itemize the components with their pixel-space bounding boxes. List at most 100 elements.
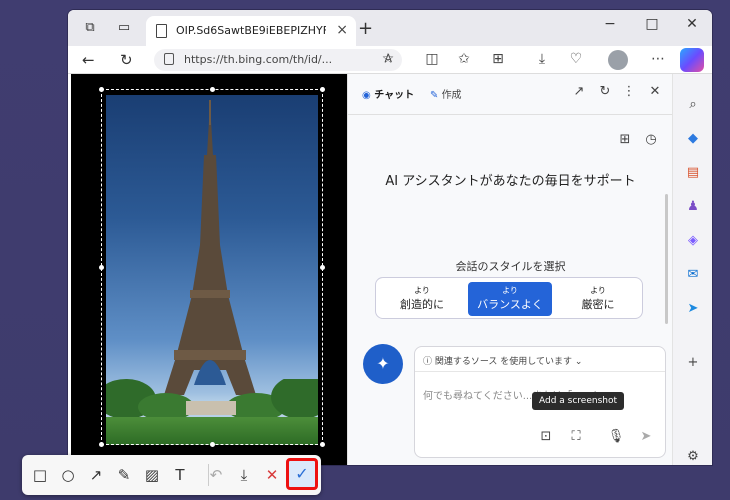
active-tab[interactable]: OIP.Sd6SawtBE9iEBEPIZHYFrwAA × <box>146 16 356 46</box>
mosaic-tool-icon[interactable]: ▨ <box>142 465 162 485</box>
style-creative-button[interactable]: より 創造的に <box>380 282 464 316</box>
image-viewer <box>71 74 347 465</box>
lock-icon <box>164 53 174 65</box>
tab-chat[interactable]: ◉ チャット <box>362 86 414 101</box>
resize-handle[interactable] <box>99 442 104 447</box>
copilot-icon[interactable] <box>680 48 704 72</box>
snip-toolbar: □ ○ ↗ ✎ ▨ T ↶ ⤓ ✕ ✓ <box>22 455 321 495</box>
panel-close-icon[interactable]: ✕ <box>646 84 664 99</box>
source-toggle[interactable]: ⓘ 関連するソース を使用しています ⌄ <box>423 354 582 367</box>
tag-icon[interactable]: ◆ <box>684 130 702 148</box>
copilot-panel: ◉ チャット ✎ 作成 ↗ ↻ ⋮ ✕ ⊞ ◷ AI アシスタントがあなたの毎日… <box>347 74 673 465</box>
tab-compose-label: 作成 <box>441 90 462 101</box>
style-creative-label: 創造的に <box>400 298 444 311</box>
send-icon[interactable]: ➤ <box>637 429 655 444</box>
style-precise-button[interactable]: より 厳密に <box>556 282 640 316</box>
split-screen-icon[interactable]: ◫ <box>422 51 442 67</box>
tab-title: OIP.Sd6SawtBE9iEBEPIZHYFrwAA <box>176 24 326 37</box>
style-balanced-button[interactable]: より バランスよく <box>468 282 552 316</box>
compose-icon: ✎ <box>430 90 442 101</box>
browser-window: ⧉ ▭ OIP.Sd6SawtBE9iEBEPIZHYFrwAA × + − □… <box>68 10 712 465</box>
style-title: 会話のスタイルを選択 <box>455 260 566 273</box>
open-in-new-icon[interactable]: ↗ <box>570 84 588 99</box>
tab-compose[interactable]: ✎ 作成 <box>430 86 462 101</box>
resize-handle[interactable] <box>210 87 215 92</box>
toolbox-icon[interactable]: ▤ <box>684 164 702 182</box>
text-tool-icon[interactable]: T <box>170 465 190 485</box>
arrow-tool-icon[interactable]: ↗ <box>86 465 106 485</box>
downloads-icon[interactable]: ⤓ <box>532 51 552 67</box>
page-content: ◉ チャット ✎ 作成 ↗ ↻ ⋮ ✕ ⊞ ◷ AI アシスタントがあなたの毎日… <box>68 74 673 465</box>
undo-icon[interactable]: ↶ <box>206 465 226 485</box>
conversation-style-selector: より 創造的に より バランスよく より 厳密に <box>375 277 643 319</box>
maximize-icon[interactable]: □ <box>642 16 662 32</box>
screenshot-icon[interactable]: ⛶ <box>567 429 585 444</box>
resize-handle[interactable] <box>99 265 104 270</box>
url-text: https://th.bing.com/th/id/... <box>184 53 333 66</box>
panel-divider <box>348 114 673 115</box>
style-precise-small: より <box>590 286 606 295</box>
style-balanced-small: より <box>502 286 518 295</box>
chat-input-box: ⓘ 関連するソース を使用しています ⌄ 何でも尋ねてください...または「@」… <box>414 346 666 458</box>
close-window-icon[interactable]: ✕ <box>682 16 702 32</box>
add-image-icon[interactable]: ⊡ <box>537 429 555 444</box>
resize-handle[interactable] <box>210 442 215 447</box>
tab-chat-label: チャット <box>374 90 415 101</box>
office-icon[interactable]: ◈ <box>684 232 702 250</box>
new-topic-icon: ✦ <box>376 354 390 373</box>
tab-bar: ⧉ ▭ OIP.Sd6SawtBE9iEBEPIZHYFrwAA × + − □… <box>68 10 712 46</box>
collections-icon[interactable]: ⊞ <box>488 51 508 67</box>
selection-frame[interactable] <box>99 87 325 447</box>
resize-handle[interactable] <box>99 87 104 92</box>
ellipse-tool-icon[interactable]: ○ <box>58 465 78 485</box>
address-bar-row: ← ↻ https://th.bing.com/th/id/... A ☆ ◫ … <box>68 46 712 74</box>
plugins-icon[interactable]: ⊞ <box>616 132 634 147</box>
panel-scrollbar[interactable] <box>665 194 668 324</box>
pen-tool-icon[interactable]: ✎ <box>114 465 134 485</box>
history-icon[interactable]: ◷ <box>642 132 660 147</box>
plus-icon[interactable]: + <box>684 354 702 372</box>
style-creative-small: より <box>414 286 430 295</box>
panel-refresh-icon[interactable]: ↻ <box>596 84 614 99</box>
settings-icon[interactable]: ⚙ <box>684 448 702 465</box>
chevron-down-icon: ⌄ <box>572 357 583 367</box>
done-button[interactable]: ✓ <box>286 458 318 490</box>
url-field[interactable]: https://th.bing.com/th/id/... A <box>154 49 402 71</box>
edge-sidebar: ⌕ ◆ ▤ ♟ ◈ ✉ ➤ + ⚙ <box>672 74 712 465</box>
download-icon[interactable]: ⤓ <box>234 465 254 485</box>
chat-icon: ◉ <box>362 90 375 101</box>
resize-handle[interactable] <box>320 87 325 92</box>
tab-close-icon[interactable]: × <box>336 22 348 38</box>
style-precise-label: 厳密に <box>581 298 615 311</box>
input-divider <box>415 371 665 372</box>
back-icon[interactable]: ← <box>82 51 95 69</box>
tab-actions-icon[interactable]: ▭ <box>116 20 132 36</box>
microphone-icon[interactable]: 🎙 <box>607 429 625 444</box>
rectangle-tool-icon[interactable]: □ <box>30 465 50 485</box>
search-icon[interactable]: ⌕ <box>684 96 702 114</box>
resize-handle[interactable] <box>320 442 325 447</box>
source-toggle-label: 関連するソース を使用しています <box>434 357 573 367</box>
minimize-icon[interactable]: − <box>600 16 620 32</box>
panel-more-icon[interactable]: ⋮ <box>620 84 638 99</box>
outlook-icon[interactable]: ✉ <box>684 266 702 284</box>
style-balanced-label: バランスよく <box>477 298 543 311</box>
send-icon-sidebar[interactable]: ➤ <box>684 300 702 318</box>
new-topic-button[interactable]: ✦ <box>363 344 403 384</box>
tooltip: Add a screenshot <box>532 392 625 410</box>
resize-handle[interactable] <box>320 265 325 270</box>
profile-avatar[interactable] <box>608 50 628 70</box>
favorite-star-icon[interactable]: ☆ <box>378 51 398 67</box>
favorites-icon[interactable]: ✩ <box>454 51 474 67</box>
info-icon: ⓘ <box>423 357 435 367</box>
games-icon[interactable]: ♟ <box>684 198 702 216</box>
browser-essentials-icon[interactable]: ♡ <box>566 51 586 67</box>
new-tab-button[interactable]: + <box>358 18 373 39</box>
tagline: AI アシスタントがあなたの毎日をサポート <box>385 174 636 189</box>
checkmark-icon: ✓ <box>295 464 309 483</box>
refresh-icon[interactable]: ↻ <box>120 51 133 69</box>
workspaces-icon[interactable]: ⧉ <box>82 20 98 36</box>
delete-icon[interactable]: ✕ <box>262 465 282 485</box>
document-icon <box>156 24 167 38</box>
more-icon[interactable]: ⋯ <box>648 51 668 67</box>
